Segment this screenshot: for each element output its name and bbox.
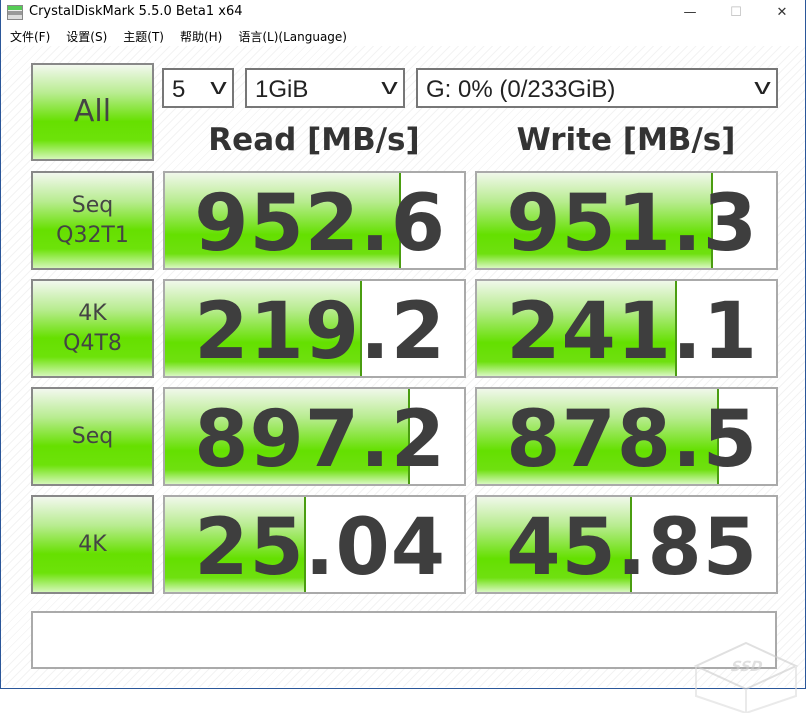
- size-value: 1GiB: [255, 76, 309, 103]
- ssd-watermark-logo: SSD: [693, 641, 799, 713]
- chevron-down-icon: v: [381, 74, 398, 99]
- window-title: CrystalDiskMark 5.5.0 Beta1 x64: [29, 4, 243, 19]
- read-result-2: 897.2: [163, 387, 466, 486]
- minimize-button[interactable]: —: [667, 0, 713, 26]
- write-value: 45.85: [506, 503, 758, 593]
- drive-select[interactable]: G: 0% (0/233GiB) v: [416, 68, 778, 108]
- read-value: 219.2: [194, 287, 446, 377]
- menu-settings[interactable]: 设置(S): [57, 26, 114, 46]
- menu-language[interactable]: 语言(L)(Language): [229, 26, 354, 46]
- read-header: Read [MB/s]: [208, 122, 420, 158]
- write-result-3: 45.85: [475, 495, 778, 594]
- menu-bar: 文件(F) 设置(S) 主题(T) 帮助(H) 语言(L)(Language): [1, 26, 805, 46]
- menu-theme[interactable]: 主题(T): [114, 26, 171, 46]
- all-button[interactable]: All: [31, 63, 154, 161]
- read-value: 25.04: [194, 503, 446, 593]
- write-value: 241.1: [506, 287, 758, 377]
- test-button-2[interactable]: Seq: [31, 387, 154, 486]
- read-result-0: 952.6: [163, 171, 466, 270]
- comment-input[interactable]: [31, 611, 777, 669]
- write-result-2: 878.5: [475, 387, 778, 486]
- count-select[interactable]: 5v: [162, 68, 234, 108]
- app-window: CrystalDiskMark 5.5.0 Beta1 x64 — ☐ ✕ 文件…: [0, 0, 806, 713]
- size-select[interactable]: 1GiB v: [245, 68, 405, 108]
- menu-file[interactable]: 文件(F): [1, 26, 57, 46]
- read-value: 952.6: [194, 179, 446, 269]
- title-bar: CrystalDiskMark 5.5.0 Beta1 x64 — ☐ ✕: [1, 0, 805, 26]
- write-value: 878.5: [506, 395, 758, 485]
- svg-text:SSD: SSD: [728, 659, 765, 674]
- read-value: 897.2: [194, 395, 446, 485]
- write-result-0: 951.3: [475, 171, 778, 270]
- test-button-1[interactable]: 4K Q4T8: [31, 279, 154, 378]
- test-button-3[interactable]: 4K: [31, 495, 154, 594]
- close-button[interactable]: ✕: [759, 0, 805, 26]
- read-result-1: 219.2: [163, 279, 466, 378]
- drive-value: G: 0% (0/233GiB): [426, 76, 616, 103]
- app-disk-icon: [7, 5, 23, 20]
- write-result-1: 241.1: [475, 279, 778, 378]
- read-result-3: 25.04: [163, 495, 466, 594]
- main-panel: All 5v 1GiB v G: 0% (0/233GiB) v Read [MB/…: [1, 46, 805, 713]
- write-header: Write [MB/s]: [516, 122, 736, 158]
- maximize-button[interactable]: ☐: [713, 0, 759, 26]
- menu-help[interactable]: 帮助(H): [171, 26, 229, 46]
- count-value: 5: [172, 76, 186, 103]
- chevron-down-icon: v: [210, 74, 227, 99]
- test-button-0[interactable]: Seq Q32T1: [31, 171, 154, 270]
- write-value: 951.3: [506, 179, 758, 269]
- chevron-down-icon: v: [754, 74, 771, 99]
